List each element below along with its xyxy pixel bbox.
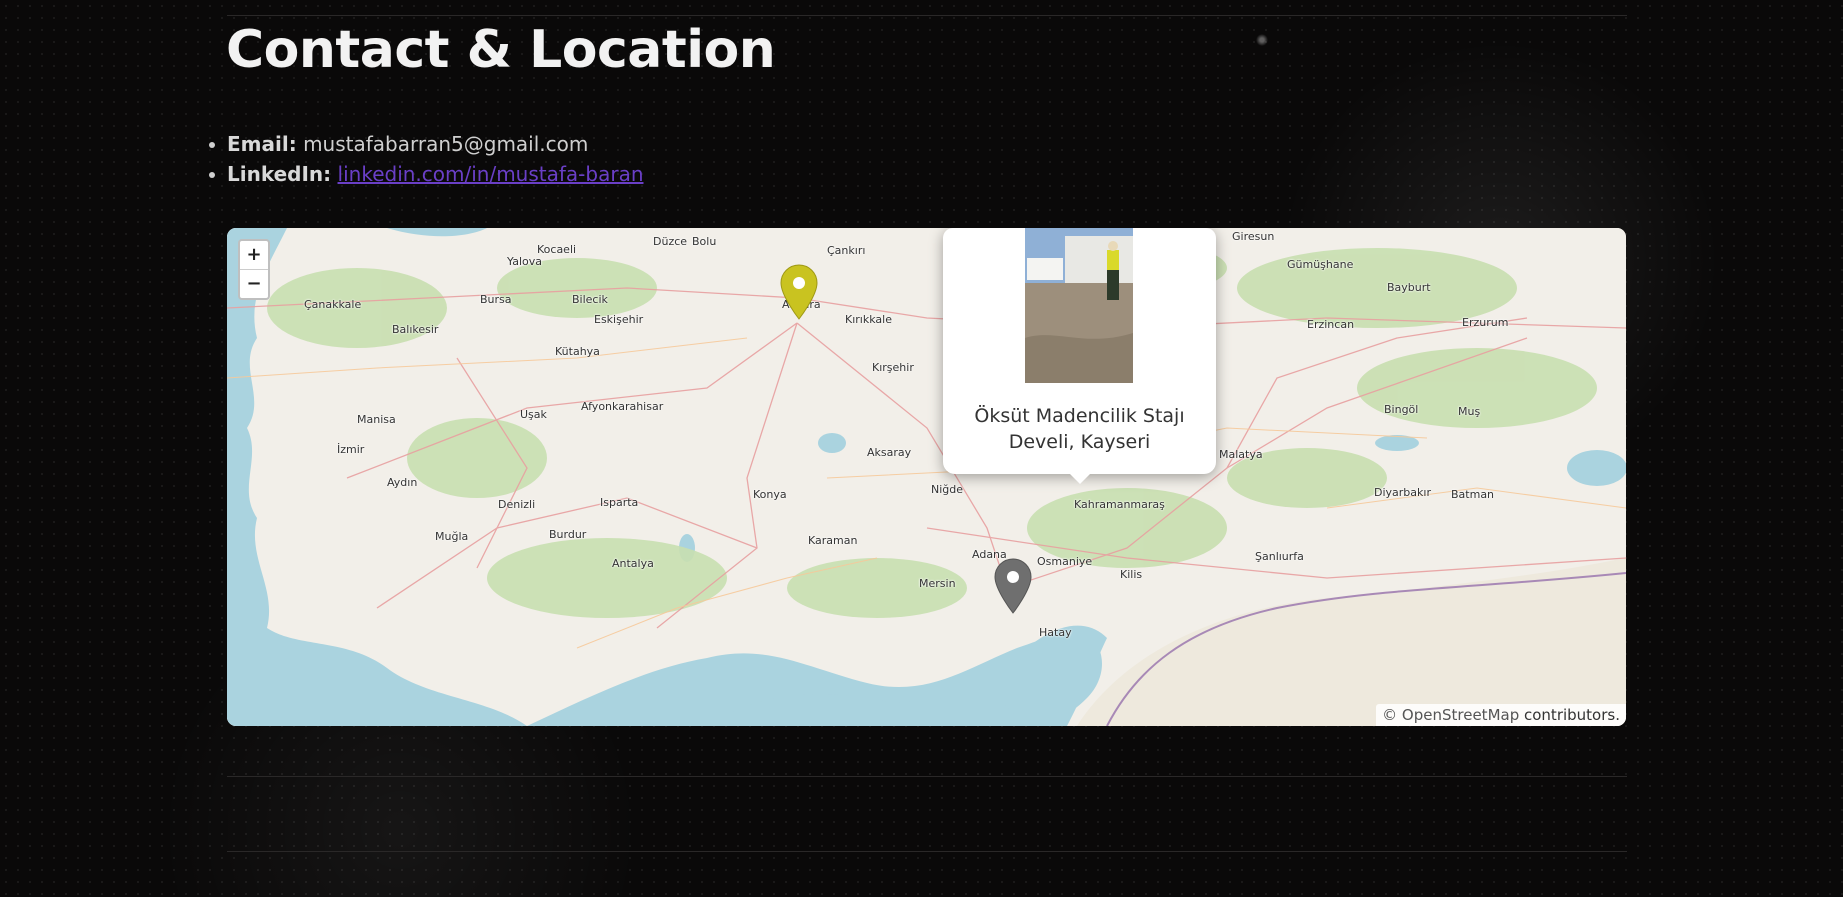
map-city-label: Bilecik xyxy=(572,293,608,306)
map-city-label: Yalova xyxy=(507,255,542,268)
zoom-control: + − xyxy=(238,239,270,300)
map-city-label: Niğde xyxy=(931,483,964,496)
map-city-label: Muş xyxy=(1458,405,1481,418)
map-city-label: Aydın xyxy=(387,476,418,489)
email-value[interactable]: mustafabarran5@gmail.com xyxy=(303,132,588,156)
map-city-label: Manisa xyxy=(357,413,396,426)
attribution-suffix: contributors. xyxy=(1519,706,1620,724)
map-city-label: Şanlıurfa xyxy=(1255,550,1304,563)
popup-tip xyxy=(1069,474,1090,484)
map-city-label: Uşak xyxy=(520,408,547,421)
map-city-label: Kocaeli xyxy=(537,243,577,256)
contact-list: Email: mustafabarran5@gmail.com LinkedIn… xyxy=(209,129,644,189)
map-city-label: Kilis xyxy=(1120,568,1143,581)
map-city-label: Konya xyxy=(753,488,787,501)
contact-linkedin: LinkedIn: linkedin.com/in/mustafa-baran xyxy=(209,159,644,189)
map-city-label: İzmir xyxy=(337,443,365,456)
map-city-label: Kahramanmaraş xyxy=(1074,498,1165,511)
map-city-label: Giresun xyxy=(1232,230,1275,243)
map-city-label: Hatay xyxy=(1039,626,1072,639)
map-city-label: Bursa xyxy=(480,293,512,306)
map-marker-ankara[interactable] xyxy=(780,264,818,320)
popup-photo xyxy=(1025,228,1133,383)
map-city-label: Erzurum xyxy=(1462,316,1509,329)
map-city-label: Bayburt xyxy=(1387,281,1431,294)
section-title: Contact & Location xyxy=(226,20,776,80)
map-city-label: Eskişehir xyxy=(594,313,644,326)
map-city-label: Antalya xyxy=(612,557,654,570)
map-city-label: Bolu xyxy=(692,235,717,248)
map-city-label: Kırşehir xyxy=(872,361,914,374)
email-label: Email: xyxy=(227,132,297,156)
map-attribution: © OpenStreetMap contributors. xyxy=(1376,704,1626,726)
map-city-label: Osmaniye xyxy=(1037,555,1093,568)
map-city-label: Kütahya xyxy=(555,345,600,358)
linkedin-label: LinkedIn: xyxy=(227,162,332,186)
map-city-label: Aksaray xyxy=(867,446,912,459)
location-map[interactable]: Kocaeli Düzce Bolu Yalova Bursa Eskişehir Balı… xyxy=(227,228,1626,726)
map-popup[interactable]: Öksüt Madencilik Stajı Develi, Kayseri xyxy=(943,228,1216,484)
popup-subtitle: Develi, Kayseri xyxy=(1008,431,1151,453)
divider-2 xyxy=(227,851,1627,852)
contact-email: Email: mustafabarran5@gmail.com xyxy=(209,129,644,159)
map-city-label: Afyonkarahisar xyxy=(581,400,664,413)
map-city-label: Çankırı xyxy=(827,244,866,257)
map-city-label: Burdur xyxy=(549,528,587,541)
map-city-label: Düzce xyxy=(653,235,688,248)
map-city-label: Denizli xyxy=(498,498,536,511)
map-tiles xyxy=(227,228,1626,726)
map-city-label: Çanakkale xyxy=(304,298,362,311)
map-city-label: Diyarbakır xyxy=(1374,486,1431,499)
zoom-out-button[interactable]: − xyxy=(240,269,268,298)
map-city-label: Balıkesir xyxy=(392,323,439,336)
divider-1 xyxy=(227,776,1627,777)
map-city-label: Gümüşhane xyxy=(1287,258,1354,271)
map-city-label: Karaman xyxy=(808,534,858,547)
map-city-label: Batman xyxy=(1451,488,1495,501)
map-city-label: Erzincan xyxy=(1307,318,1355,331)
map-city-label: Bingöl xyxy=(1384,403,1419,416)
map-city-label: Isparta xyxy=(600,496,639,509)
popup-title: Öksüt Madencilik Stajı xyxy=(974,405,1185,427)
linkedin-link[interactable]: linkedin.com/in/mustafa-baran xyxy=(338,162,644,186)
map-city-label: Malatya xyxy=(1219,448,1263,461)
zoom-in-button[interactable]: + xyxy=(240,241,268,269)
map-marker-adana[interactable] xyxy=(994,558,1032,614)
map-city-label: Muğla xyxy=(435,530,469,543)
map-city-label: Mersin xyxy=(919,577,956,590)
osm-attribution-link[interactable]: © OpenStreetMap xyxy=(1382,706,1519,724)
top-divider xyxy=(227,15,1627,16)
map-city-label: Kırıkkale xyxy=(845,313,892,326)
